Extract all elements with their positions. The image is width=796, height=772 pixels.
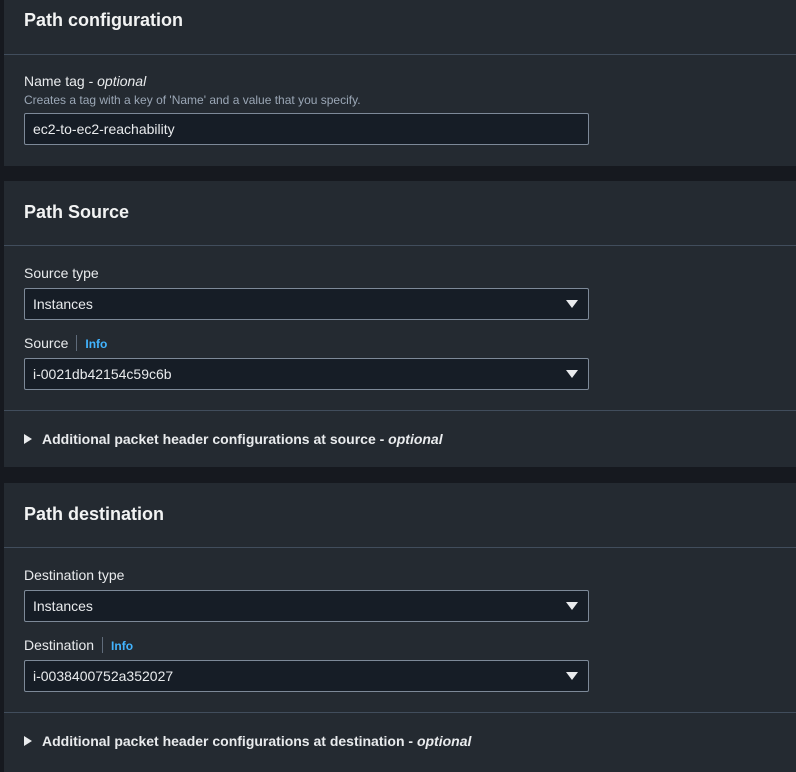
source-value: i-0021db42154c59c6b (33, 366, 172, 382)
destination-additional-expander[interactable]: Additional packet header configurations … (24, 733, 471, 749)
destination-type-value: Instances (33, 598, 93, 614)
destination-additional-label: Additional packet header configurations … (42, 733, 417, 749)
source-type-label: Source type (24, 265, 99, 281)
name-tag-label: Name tag - optional (24, 73, 146, 89)
divider (102, 637, 104, 653)
dropdown-caret-icon (566, 300, 578, 308)
expand-triangle-icon (24, 434, 32, 444)
path-source-panel: Path Source Source type Instances Source… (4, 181, 796, 467)
path-destination-header: Path destination (4, 483, 796, 548)
source-label: Source Info (24, 335, 107, 351)
dropdown-caret-icon (566, 370, 578, 378)
divider (4, 410, 796, 411)
destination-select[interactable]: i-0038400752a352027 (24, 660, 589, 692)
name-tag-input[interactable] (24, 113, 589, 145)
destination-type-select[interactable]: Instances (24, 590, 589, 622)
expand-triangle-icon (24, 736, 32, 746)
divider (76, 335, 78, 351)
destination-label: Destination Info (24, 637, 133, 653)
panel-title: Path destination (24, 504, 165, 524)
path-destination-panel: Path destination Destination type Instan… (4, 483, 796, 772)
destination-info-link[interactable]: Info (111, 639, 133, 653)
source-label-text: Source (24, 335, 69, 351)
source-info-link[interactable]: Info (85, 337, 107, 351)
divider (4, 712, 796, 713)
destination-value: i-0038400752a352027 (33, 668, 174, 684)
source-select[interactable]: i-0021db42154c59c6b (24, 358, 589, 390)
source-type-value: Instances (33, 296, 93, 312)
destination-label-text: Destination (24, 637, 95, 653)
dropdown-caret-icon (566, 672, 578, 680)
name-tag-label-text: Name tag - (24, 73, 98, 89)
panel-title: Path Source (24, 202, 130, 222)
source-type-select[interactable]: Instances (24, 288, 589, 320)
panel-title: Path configuration (24, 10, 183, 30)
path-configuration-panel: Path configuration Name tag - optional C… (4, 0, 796, 166)
source-additional-label: Additional packet header configurations … (42, 431, 389, 447)
destination-additional-optional: optional (416, 733, 472, 749)
destination-type-label: Destination type (24, 567, 125, 583)
path-source-header: Path Source (4, 181, 796, 246)
dropdown-caret-icon (566, 602, 578, 610)
source-additional-expander[interactable]: Additional packet header configurations … (24, 431, 443, 447)
path-configuration-header: Path configuration (4, 0, 796, 55)
name-tag-optional: optional (97, 73, 147, 89)
source-additional-optional: optional (388, 431, 443, 447)
name-tag-description: Creates a tag with a key of 'Name' and a… (24, 93, 361, 107)
